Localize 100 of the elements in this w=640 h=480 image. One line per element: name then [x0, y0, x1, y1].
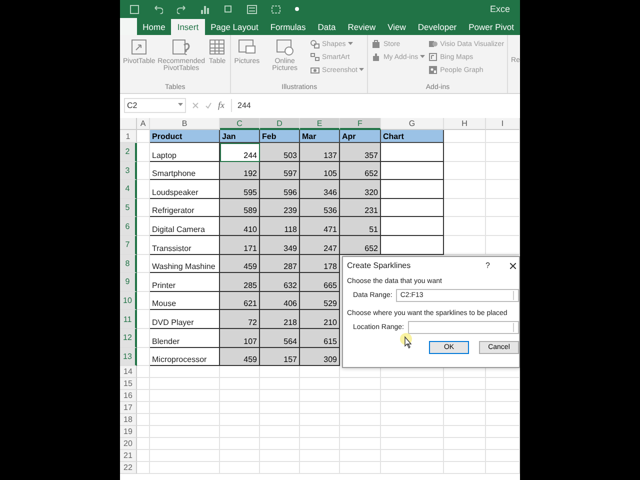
- redo-icon[interactable]: [177, 4, 187, 14]
- save-icon[interactable]: [130, 4, 139, 14]
- column-header[interactable]: F: [340, 118, 381, 130]
- column-header[interactable]: B: [150, 118, 220, 130]
- formula-field[interactable]: 244: [230, 98, 516, 112]
- maps-icon: [428, 52, 438, 62]
- table-cell: 171: [220, 236, 260, 255]
- row-header[interactable]: 12: [120, 328, 137, 348]
- table-cell: [340, 414, 381, 426]
- row-header[interactable]: 6: [120, 217, 137, 236]
- row-header[interactable]: 1: [120, 130, 137, 143]
- cancel-icon[interactable]: [192, 102, 199, 108]
- row-header[interactable]: 11: [120, 310, 137, 329]
- table-cell: [444, 426, 486, 438]
- table-cell: [137, 450, 150, 462]
- row-header[interactable]: 20: [120, 438, 137, 450]
- table-cell: [340, 402, 381, 414]
- shape-icon[interactable]: [224, 4, 233, 14]
- ribbon-tab[interactable]: View: [382, 19, 412, 35]
- screenshot-icon: [310, 65, 320, 75]
- table-cell: [300, 450, 340, 462]
- table-cell: [137, 438, 150, 450]
- table-cell: [444, 450, 486, 462]
- table-cell: 652: [340, 162, 381, 180]
- row-header[interactable]: 15: [120, 378, 137, 390]
- table-cell: [444, 462, 486, 474]
- window-title: Exce: [490, 4, 510, 14]
- table-cell: [260, 450, 300, 462]
- ribbon-tab[interactable]: Home: [136, 19, 172, 35]
- smartart-icon: [310, 52, 320, 62]
- row-header[interactable]: 3: [120, 162, 137, 180]
- ribbon-tab[interactable]: Insert: [171, 19, 205, 35]
- row-header[interactable]: 22: [120, 462, 137, 474]
- ribbon-tab[interactable]: Formulas: [264, 19, 312, 35]
- table-cell: 137: [300, 143, 340, 162]
- caret-icon: [178, 103, 183, 107]
- column-header[interactable]: H: [444, 118, 486, 130]
- table-cell: [486, 130, 520, 143]
- column-header[interactable]: D: [260, 118, 300, 130]
- row-header[interactable]: 9: [120, 273, 137, 292]
- table-cell: Smartphone: [150, 162, 220, 180]
- table-cell: 357: [340, 143, 381, 162]
- table-cell: [300, 426, 340, 438]
- row-header[interactable]: 2: [120, 143, 137, 162]
- shapes-icon: [310, 39, 320, 49]
- table-cell: 285: [220, 273, 260, 292]
- table-cell: 346: [300, 180, 340, 199]
- frame-icon[interactable]: [271, 4, 281, 14]
- row-header[interactable]: 21: [120, 450, 137, 462]
- table-cell: 244: [220, 143, 260, 162]
- row-header[interactable]: 13: [120, 348, 137, 366]
- table-cell: [220, 426, 260, 438]
- name-box[interactable]: C2: [124, 98, 186, 112]
- table-cell: 615: [300, 328, 340, 348]
- table-cell: [381, 390, 444, 402]
- insert-function-button[interactable]: fx: [218, 100, 224, 110]
- row-header[interactable]: 14: [120, 366, 137, 378]
- row-header[interactable]: 16: [120, 390, 137, 402]
- row-header[interactable]: 8: [120, 254, 137, 274]
- table-cell: [150, 366, 220, 378]
- table-cell: [486, 390, 520, 402]
- column-header[interactable]: A: [137, 118, 150, 130]
- check-icon[interactable]: [205, 102, 212, 108]
- table-cell: [486, 217, 520, 236]
- ribbon-tab[interactable]: Data: [312, 19, 342, 35]
- caret-icon: [420, 55, 426, 59]
- table-cell: 105: [300, 162, 340, 180]
- people-icon: [428, 65, 438, 75]
- table-cell: [486, 378, 520, 390]
- help-button[interactable]: ?: [486, 261, 490, 270]
- ribbon-tab[interactable]: Review: [342, 19, 382, 35]
- row-header[interactable]: 10: [120, 292, 137, 310]
- table-cell: 157: [260, 348, 300, 366]
- row-header[interactable]: 5: [120, 198, 137, 218]
- visio-icon: [428, 39, 438, 49]
- input-field[interactable]: [408, 321, 519, 334]
- table-cell: [486, 162, 520, 180]
- close-icon[interactable]: [510, 262, 516, 268]
- row-header[interactable]: 4: [120, 180, 137, 199]
- ribbon-tab[interactable]: Page Layout: [204, 19, 264, 35]
- table-cell: [486, 236, 520, 255]
- row-header[interactable]: 7: [120, 236, 137, 255]
- ribbon-tab[interactable]: Developer: [412, 19, 463, 35]
- chart-icon[interactable]: [201, 4, 210, 14]
- ribbon-tab[interactable]: Power Pivot: [462, 19, 520, 35]
- table-cell: Loudspeaker: [150, 180, 220, 199]
- form-icon[interactable]: [247, 4, 257, 14]
- column-header[interactable]: E: [300, 118, 340, 130]
- undo-icon[interactable]: [153, 4, 163, 14]
- row-header[interactable]: 19: [120, 426, 137, 438]
- row-header[interactable]: 17: [120, 402, 137, 414]
- dot-icon[interactable]: [295, 7, 299, 11]
- column-header[interactable]: I: [486, 118, 520, 130]
- row-header[interactable]: 18: [120, 414, 137, 426]
- column-header[interactable]: G: [381, 118, 444, 130]
- header-cell: Feb: [260, 130, 300, 143]
- column-header[interactable]: C: [220, 118, 260, 130]
- table-cell: Blender: [150, 328, 220, 348]
- table-cell: [260, 366, 300, 378]
- dialog-title: Create Sparklines: [347, 261, 412, 270]
